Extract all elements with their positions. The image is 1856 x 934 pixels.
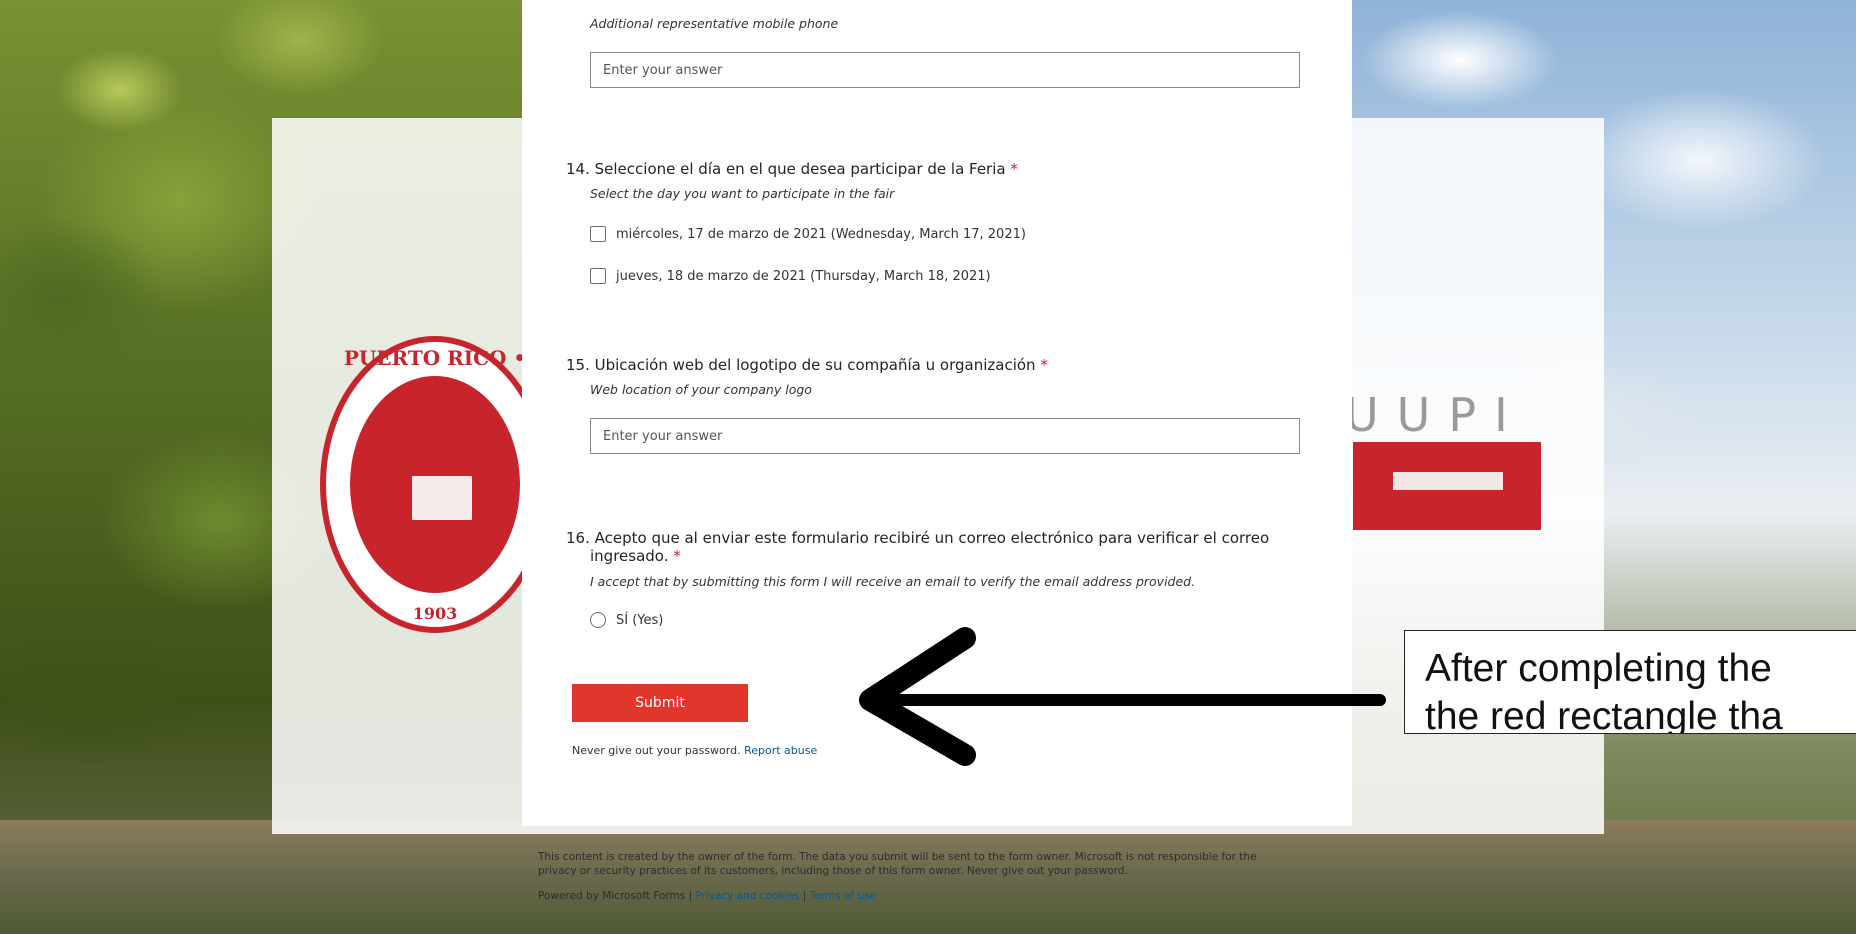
page-footer: This content is created by the owner of … xyxy=(538,850,1298,902)
footer-disclaimer-line2: privacy or security practices of its cus… xyxy=(538,865,1128,877)
q16-option-yes[interactable]: SÍ (Yes) xyxy=(590,612,663,628)
annotation-arrow-icon xyxy=(859,627,1386,766)
q14-title-text: Seleccione el día en el que desea partic… xyxy=(594,160,1006,178)
footer-separator: | xyxy=(688,890,693,902)
checkbox-icon[interactable] xyxy=(590,226,606,242)
q14-option-2[interactable]: jueves, 18 de marzo de 2021 (Thursday, M… xyxy=(590,268,991,284)
required-marker: * xyxy=(1010,160,1018,178)
seal-year-text: 1903 xyxy=(412,604,458,623)
q16-title-line2: ingresado. xyxy=(590,547,669,565)
q15-subtitle: Web location of your company logo xyxy=(590,382,812,397)
submit-button[interactable]: Submit xyxy=(572,684,748,722)
university-seal: PUERTO RICO • 1903 xyxy=(320,336,550,633)
q16-number: 16. xyxy=(566,529,590,547)
annotation-callout: After completing the the red rectangle t… xyxy=(1404,630,1856,734)
q14-number: 14. xyxy=(566,160,590,178)
footer-links: Powered by Microsoft Forms | Privacy and… xyxy=(538,890,1298,902)
password-notice: Never give out your password. Report abu… xyxy=(572,744,817,757)
password-warning: Never give out your password. xyxy=(572,744,741,757)
footer-disclaimer-line1: This content is created by the owner of … xyxy=(538,851,1257,863)
q15-title-text: Ubicación web del logotipo de su compañí… xyxy=(594,356,1036,374)
q14-subtitle: Select the day you want to participate i… xyxy=(590,186,895,201)
terms-link[interactable]: Terms of use xyxy=(810,890,876,902)
q16-option-label: SÍ (Yes) xyxy=(616,612,664,628)
radio-icon[interactable] xyxy=(590,612,606,628)
q14-option-1[interactable]: miércoles, 17 de marzo de 2021 (Wednesda… xyxy=(590,226,1026,242)
q16-title: 16. Acepto que al enviar este formulario… xyxy=(566,528,1286,548)
seal-emblem xyxy=(350,376,520,593)
q13-subtitle: Additional representative mobile phone xyxy=(590,16,839,31)
q13-answer-input[interactable] xyxy=(590,52,1300,88)
seal-building-icon xyxy=(412,476,472,520)
footer-disclaimer: This content is created by the owner of … xyxy=(538,850,1298,878)
q15-title: 15. Ubicación web del logotipo de su com… xyxy=(566,356,1048,374)
powered-by-text: Powered by Microsoft Forms xyxy=(538,890,686,902)
q14-option-2-label: jueves, 18 de marzo de 2021 (Thursday, M… xyxy=(616,268,991,284)
seal-top-text: PUERTO RICO • xyxy=(343,346,527,370)
q16-subtitle: I accept that by submitting this form I … xyxy=(590,574,1196,589)
q16-title-cont: ingresado. * xyxy=(590,547,681,565)
q14-title: 14. Seleccione el día en el que desea pa… xyxy=(566,160,1018,178)
q16-title-line1: Acepto que al enviar este formulario rec… xyxy=(594,529,1270,547)
required-marker: * xyxy=(1040,356,1048,374)
report-abuse-link[interactable]: Report abuse xyxy=(744,744,817,757)
upr-logo-mark xyxy=(1353,442,1541,530)
upr-logo-text: UUPI xyxy=(1345,388,1526,442)
checkbox-icon[interactable] xyxy=(590,268,606,284)
q15-answer-input[interactable] xyxy=(590,418,1300,454)
required-marker: * xyxy=(673,547,681,565)
footer-separator: | xyxy=(802,890,807,902)
annotation-line2: the red rectangle tha xyxy=(1425,695,1783,734)
privacy-link[interactable]: Privacy and cookies xyxy=(695,890,799,902)
q15-number: 15. xyxy=(566,356,590,374)
q14-option-1-label: miércoles, 17 de marzo de 2021 (Wednesda… xyxy=(616,226,1026,242)
annotation-line1: After completing the xyxy=(1425,647,1772,690)
